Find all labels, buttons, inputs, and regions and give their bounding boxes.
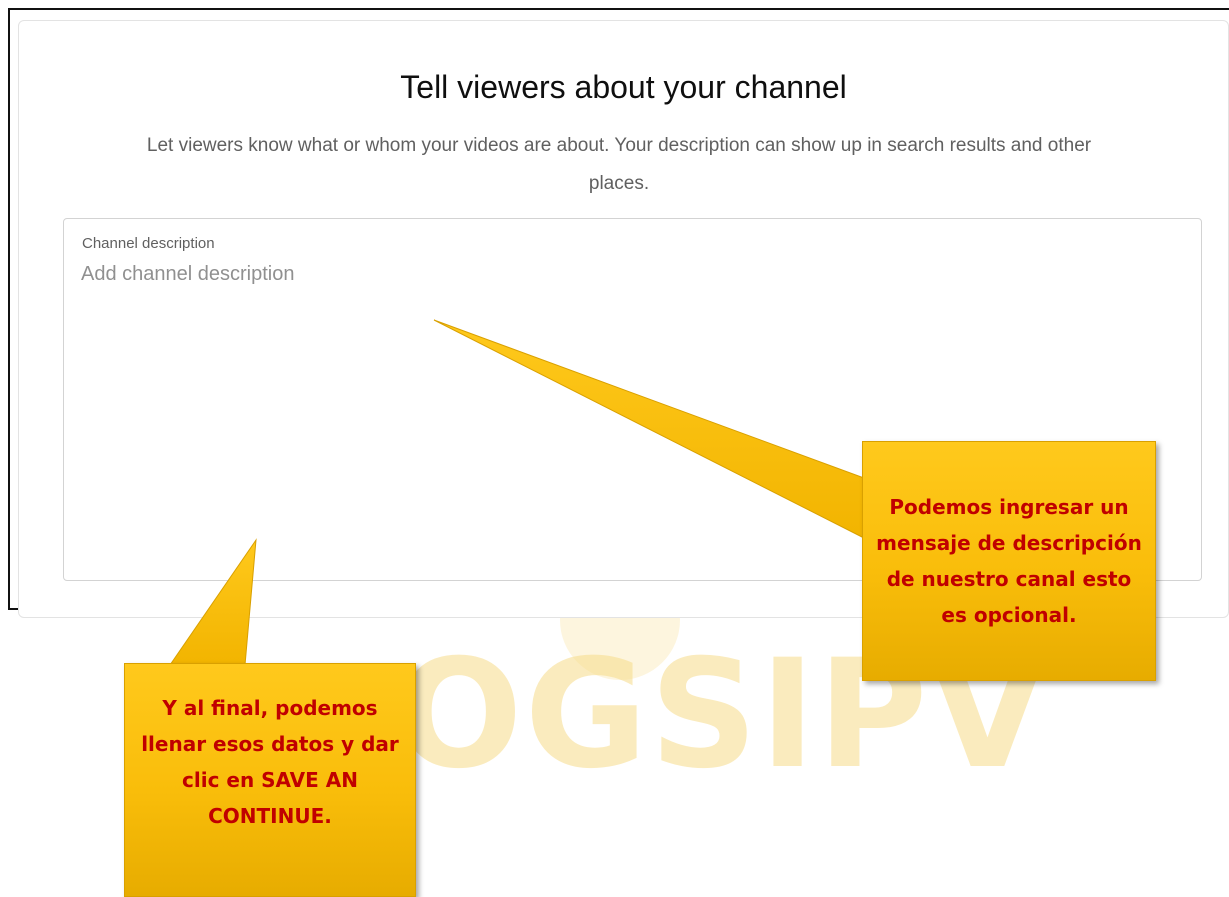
card-title: Tell viewers about your channel — [400, 69, 847, 105]
callout-right: Podemos ingresar un mensaje de descripci… — [862, 441, 1156, 681]
callout-left: Y al final, podemos llenar esos datos y … — [124, 663, 416, 897]
callout-left-text: Y al final, podemos llenar esos datos y … — [141, 696, 399, 828]
callout-right-text: Podemos ingresar un mensaje de descripci… — [876, 495, 1142, 627]
channel-description-label: Channel description — [82, 235, 215, 252]
card-subtitle: Let viewers know what or whom your video… — [146, 135, 1092, 194]
